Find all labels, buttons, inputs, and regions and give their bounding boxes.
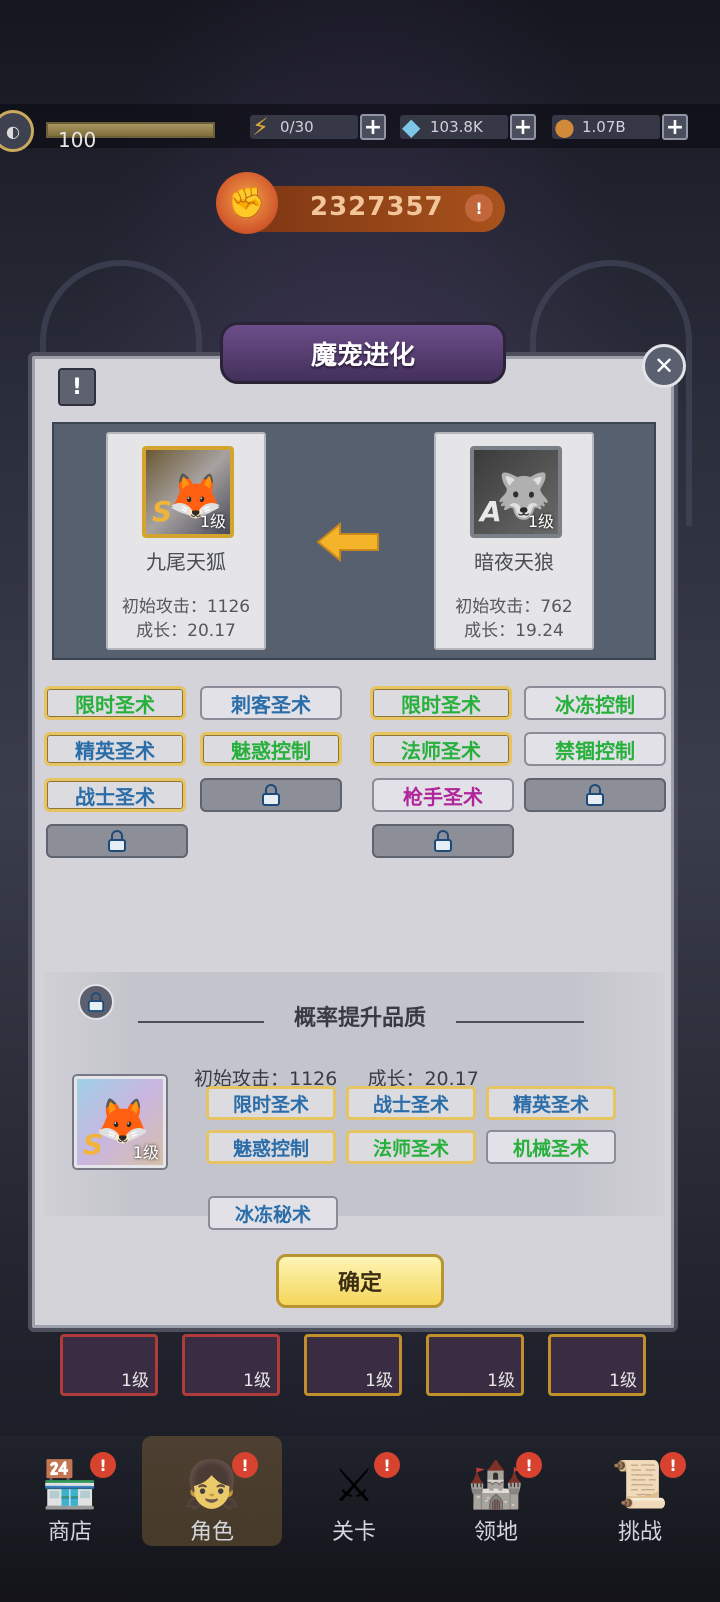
target-pet-portrait: 🦊 S 1级 <box>142 446 234 538</box>
notification-badge: ! <box>660 1452 686 1478</box>
player-level: 100 <box>58 128 97 152</box>
coins-counter: ● 1.07B + <box>552 113 688 141</box>
target-skill[interactable]: 限时圣术 <box>44 686 186 720</box>
result-skill: 战士圣术 <box>346 1086 476 1120</box>
target-skill[interactable]: 精英圣术 <box>44 732 186 766</box>
nav-label: 领地 <box>473 1520 518 1545</box>
lightning-icon: ⚡ <box>252 113 269 141</box>
close-button[interactable]: ✕ <box>642 344 686 388</box>
background-pet-card: 1级 <box>426 1334 524 1396</box>
power-warning-icon[interactable]: ! <box>465 194 493 222</box>
locked-skill-slot[interactable] <box>524 778 666 812</box>
coin-icon: ● <box>554 113 575 141</box>
notification-badge: ! <box>90 1452 116 1478</box>
pet-level: 1级 <box>199 512 226 531</box>
result-pet-portrait: 🦊 S 1级 <box>74 1076 166 1168</box>
target-skill[interactable]: 刺客圣术 <box>200 686 342 720</box>
arrow-left-icon <box>316 522 379 562</box>
nav-label: 商店 <box>47 1520 92 1545</box>
notification-badge: ! <box>516 1452 542 1478</box>
pet-level: 1级 <box>527 512 554 531</box>
crossed-swords-icon: ⚔ <box>333 1458 375 1512</box>
fist-icon: ✊ <box>216 172 278 234</box>
nav-challenge[interactable]: 📜 挑战 ! <box>570 1436 710 1546</box>
source-skill[interactable]: 冰冻控制 <box>524 686 666 720</box>
source-skill[interactable]: 法师圣术 <box>370 732 512 766</box>
energy-counter: ⚡ 0/30 + <box>250 113 386 141</box>
locked-skill-slot[interactable] <box>46 824 188 858</box>
locked-skill-slot[interactable] <box>372 824 514 858</box>
target-skill[interactable]: 魅惑控制 <box>200 732 342 766</box>
confirm-button[interactable]: 确定 <box>276 1254 444 1308</box>
info-button[interactable]: ! <box>58 368 96 406</box>
dialog-title-banner: 魔宠进化 <box>220 322 506 384</box>
background-pet-card: 1级 <box>60 1334 158 1396</box>
bottom-navigation: 🏪 商店 ! 👧 角色 ! ⚔ 关卡 ! 🏰 领地 ! 📜 挑战 ! <box>0 1436 720 1602</box>
result-title: 概率提升品质 <box>293 1006 426 1031</box>
background-pet-card: 1级 <box>548 1334 646 1396</box>
grade-badge: A <box>480 495 502 528</box>
lock-icon <box>262 784 280 806</box>
result-skill: 冰冻秘术 <box>208 1196 338 1230</box>
lock-icon <box>434 830 452 852</box>
energy-value: 0/30 <box>280 118 314 136</box>
background-pet-card: 1级 <box>182 1334 280 1396</box>
grade-badge: S <box>83 1128 104 1161</box>
result-skill: 机械圣术 <box>486 1130 616 1164</box>
result-skill: 限时圣术 <box>206 1086 336 1120</box>
locked-skill-slot[interactable] <box>200 778 342 812</box>
close-icon: ✕ <box>653 352 675 380</box>
source-pet-card[interactable]: 🐺 A 1级 暗夜天狼 初始攻击：762 成长：19.24 <box>434 432 594 650</box>
gems-value: 103.8K <box>430 118 483 136</box>
source-skill[interactable]: 限时圣术 <box>370 686 512 720</box>
exclamation-icon: ! <box>71 374 83 400</box>
background-pet-card: 1级 <box>304 1334 402 1396</box>
result-skill: 法师圣术 <box>346 1130 476 1164</box>
nav-label: 挑战 <box>617 1520 662 1545</box>
target-skill[interactable]: 战士圣术 <box>44 778 186 812</box>
nav-shop[interactable]: 🏪 商店 ! <box>0 1436 140 1546</box>
gem-icon: ◆ <box>402 113 421 141</box>
source-skill[interactable]: 禁锢控制 <box>524 732 666 766</box>
target-pet-name: 九尾天狐 <box>146 550 226 574</box>
dialog-title: 魔宠进化 <box>310 340 415 371</box>
nav-label: 关卡 <box>331 1520 376 1545</box>
nav-stage[interactable]: ⚔ 关卡 ! <box>284 1436 424 1546</box>
notification-badge: ! <box>374 1452 400 1478</box>
notification-badge: ! <box>232 1452 258 1478</box>
combat-power-value: 2327357 <box>310 192 444 222</box>
result-skill: 精英圣术 <box>486 1086 616 1120</box>
source-pet-attack: 初始攻击：762 <box>455 597 573 617</box>
target-pet-card[interactable]: 🦊 S 1级 九尾天狐 初始攻击：1126 成长：20.17 <box>106 432 266 650</box>
add-energy-button[interactable]: + <box>360 114 386 140</box>
lock-icon <box>108 830 126 852</box>
coins-value: 1.07B <box>582 118 626 136</box>
source-pet-growth: 成长：19.24 <box>464 621 564 641</box>
gems-counter: ◆ 103.8K + <box>400 113 536 141</box>
add-coins-button[interactable]: + <box>662 114 688 140</box>
source-skill[interactable]: 枪手圣术 <box>372 778 514 812</box>
nav-label: 角色 <box>189 1520 234 1545</box>
add-gems-button[interactable]: + <box>510 114 536 140</box>
nav-character[interactable]: 👧 角色 ! <box>142 1436 282 1546</box>
pet-level: 1级 <box>132 1143 159 1162</box>
lock-icon <box>586 784 604 806</box>
target-pet-attack: 初始攻击：1126 <box>121 597 251 617</box>
grade-badge: S <box>152 495 173 528</box>
result-skill: 魅惑控制 <box>206 1130 336 1164</box>
nav-territory[interactable]: 🏰 领地 ! <box>426 1436 566 1546</box>
target-pet-growth: 成长：20.17 <box>136 621 236 641</box>
source-pet-name: 暗夜天狼 <box>474 550 554 574</box>
combat-power-display: ✊ 2327357 ! <box>216 172 505 234</box>
source-pet-portrait: 🐺 A 1级 <box>470 446 562 538</box>
